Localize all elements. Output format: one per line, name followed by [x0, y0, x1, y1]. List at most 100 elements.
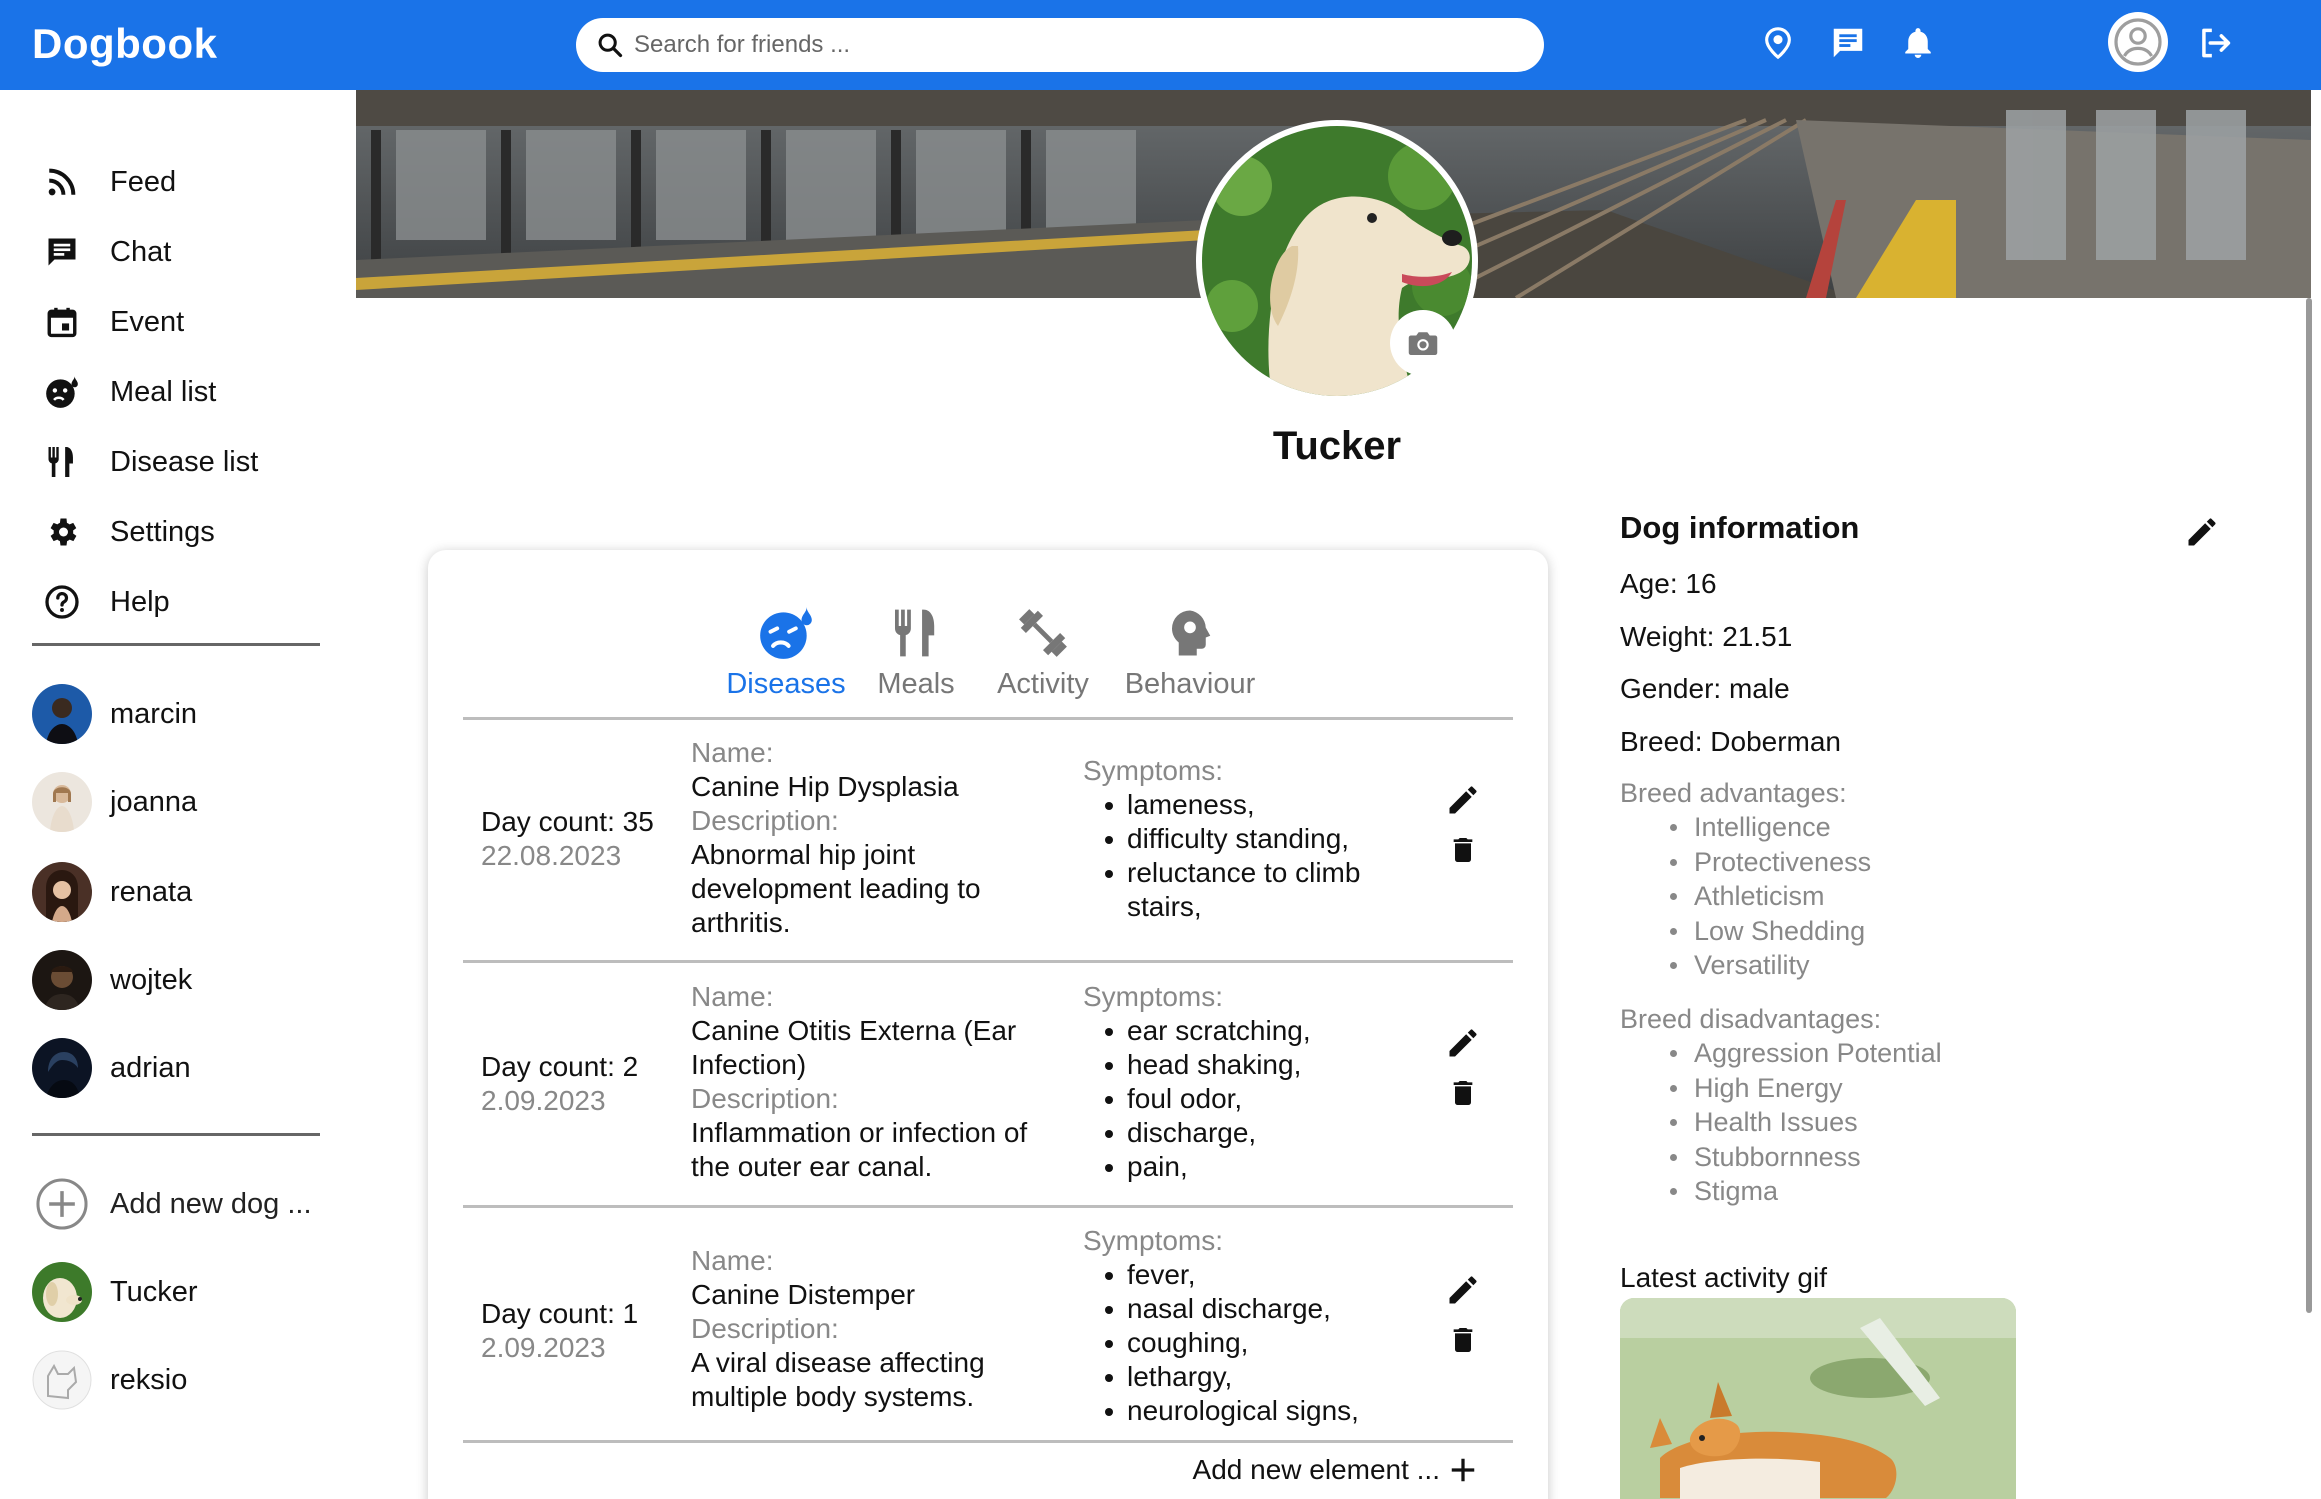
symptom-item: coughing, — [1105, 1326, 1413, 1360]
pencil-icon — [2188, 518, 2216, 546]
logout-icon — [2202, 28, 2231, 58]
friend-item-marcin[interactable]: marcin — [32, 682, 332, 746]
page-scrollbar[interactable] — [2306, 298, 2312, 1313]
disease-description: A viral disease affecting multiple body … — [691, 1347, 985, 1412]
tab-diseases[interactable]: Diseases — [726, 602, 846, 701]
trash-icon — [1453, 1328, 1473, 1352]
symptoms: Symptoms: lameness, difficulty standing,… — [1083, 754, 1413, 924]
location-button[interactable] — [1755, 20, 1801, 66]
list-item: High Energy — [1620, 1071, 1942, 1106]
tab-meals[interactable]: Meals — [876, 602, 956, 701]
disease-details: Name: Canine Hip Dysplasia Description: … — [691, 736, 1031, 940]
sidebar-item-event[interactable]: Event — [40, 296, 340, 348]
friend-name: marcin — [110, 697, 198, 730]
edit-button[interactable] — [1443, 1023, 1483, 1063]
symptom-item: lethargy, — [1105, 1360, 1413, 1394]
add-new-dog-button[interactable]: Add new dog ... — [32, 1172, 332, 1236]
notifications-button[interactable] — [1895, 20, 1941, 66]
profile-dog-name: Tucker — [1272, 424, 1402, 468]
dog-gender: Gender: male — [1620, 673, 1790, 704]
edit-dog-info-button[interactable] — [2182, 512, 2222, 552]
delete-button[interactable] — [1443, 1073, 1483, 1113]
list-item: Intelligence — [1620, 810, 1871, 845]
pencil-icon — [1449, 1029, 1477, 1057]
sidebar-item-label: Disease list — [110, 445, 259, 478]
dog-breed: Breed: Doberman — [1620, 726, 1842, 757]
disease-name: Canine Distemper — [691, 1279, 916, 1310]
friend-item-renata[interactable]: renata — [32, 860, 332, 924]
day-count: Day count: 35 — [481, 806, 654, 837]
location-icon — [1765, 27, 1791, 60]
table-row: Day count: 1 2.09.2023 Name: Canine Dist… — [463, 1208, 1513, 1440]
sidebar: Feed Chat Event Meal list Disease list S… — [0, 90, 356, 1499]
latest-activity-gif — [1620, 1298, 2016, 1499]
pencil-icon — [1449, 786, 1477, 814]
table-row: Day count: 35 22.08.2023 Name: Canine Hi… — [463, 720, 1513, 964]
disease-name: Canine Otitis Externa (Ear Infection) — [691, 1015, 1017, 1080]
avatar — [32, 684, 92, 744]
dog-item-reksio[interactable]: reksio — [32, 1348, 332, 1412]
sidebar-item-help[interactable]: Help — [40, 576, 340, 628]
symptom-item: difficulty standing, — [1105, 822, 1413, 856]
app-logo[interactable]: Dogbook — [32, 20, 217, 68]
sidebar-item-settings[interactable]: Settings — [40, 506, 340, 558]
dog-age: Age: 16 — [1620, 568, 1717, 599]
search-bar[interactable] — [576, 18, 1544, 72]
symptom-item: neurological signs, — [1105, 1394, 1413, 1428]
add-new-dog-label: Add new dog ... — [110, 1187, 312, 1220]
symptom-item: nasal discharge, — [1105, 1292, 1413, 1326]
sidebar-item-chat[interactable]: Chat — [40, 226, 340, 278]
symptom-item: lameness, — [1105, 788, 1413, 822]
add-new-element-button[interactable]: Add new element ... — [1168, 1450, 1478, 1490]
disease-description: Abnormal hip joint development leading t… — [691, 839, 981, 938]
dog-item-tucker[interactable]: Tucker — [32, 1260, 332, 1324]
dumbbell-icon — [988, 602, 1098, 664]
sidebar-item-label: Meal list — [110, 375, 217, 408]
sidebar-item-label: Feed — [110, 165, 177, 198]
sidebar-divider — [32, 643, 320, 646]
avatar — [32, 950, 92, 1010]
sidebar-item-disease-list[interactable]: Disease list — [40, 436, 340, 488]
edit-button[interactable] — [1443, 780, 1483, 820]
dog-name: Tucker — [110, 1275, 198, 1308]
brain-head-icon — [1120, 602, 1260, 664]
symptom-item: ear scratching, — [1105, 1014, 1413, 1048]
list-item: Aggression Potential — [1620, 1036, 1942, 1071]
symptom-item: discharge, — [1105, 1116, 1413, 1150]
tab-activity[interactable]: Activity — [988, 602, 1098, 701]
list-item: Health Issues — [1620, 1105, 1942, 1140]
friend-item-joanna[interactable]: joanna — [32, 770, 332, 834]
disease-date: 22.08.2023 — [481, 840, 622, 871]
search-input[interactable] — [634, 26, 1514, 64]
symptom-item: fever, — [1105, 1258, 1413, 1292]
friend-name: wojtek — [110, 963, 193, 996]
symptom-item: pain, — [1105, 1150, 1413, 1184]
tab-behaviour[interactable]: Behaviour — [1120, 602, 1260, 701]
delete-button[interactable] — [1443, 1320, 1483, 1360]
avatar — [32, 1262, 92, 1322]
delete-button[interactable] — [1443, 830, 1483, 870]
edit-button[interactable] — [1443, 1270, 1483, 1310]
tab-label: Behaviour — [1124, 668, 1256, 700]
sidebar-item-label: Event — [110, 305, 185, 338]
table-row: Day count: 2 2.09.2023 Name: Canine Otit… — [463, 963, 1513, 1207]
sidebar-item-meal-list[interactable]: Meal list — [40, 366, 340, 418]
tab-label: Meals — [877, 668, 955, 700]
add-circle-icon — [32, 1174, 92, 1234]
symptoms-label: Symptoms: — [1083, 755, 1224, 786]
top-app-bar: Dogbook — [0, 0, 2321, 90]
messages-button[interactable] — [1825, 20, 1871, 66]
sidebar-item-label: Help — [110, 585, 170, 618]
friend-item-adrian[interactable]: adrian — [32, 1036, 332, 1100]
change-photo-button[interactable] — [1390, 310, 1456, 376]
friend-item-wojtek[interactable]: wojtek — [32, 948, 332, 1012]
avatar — [32, 862, 92, 922]
logout-button[interactable] — [2192, 20, 2238, 66]
virus-icon — [726, 602, 846, 664]
account-avatar[interactable] — [2108, 12, 2168, 72]
plus-icon — [1451, 1458, 1475, 1482]
avatar — [32, 772, 92, 832]
list-item: Athleticism — [1620, 879, 1871, 914]
symptoms-label: Symptoms: — [1083, 981, 1224, 1012]
sidebar-item-feed[interactable]: Feed — [40, 156, 340, 208]
